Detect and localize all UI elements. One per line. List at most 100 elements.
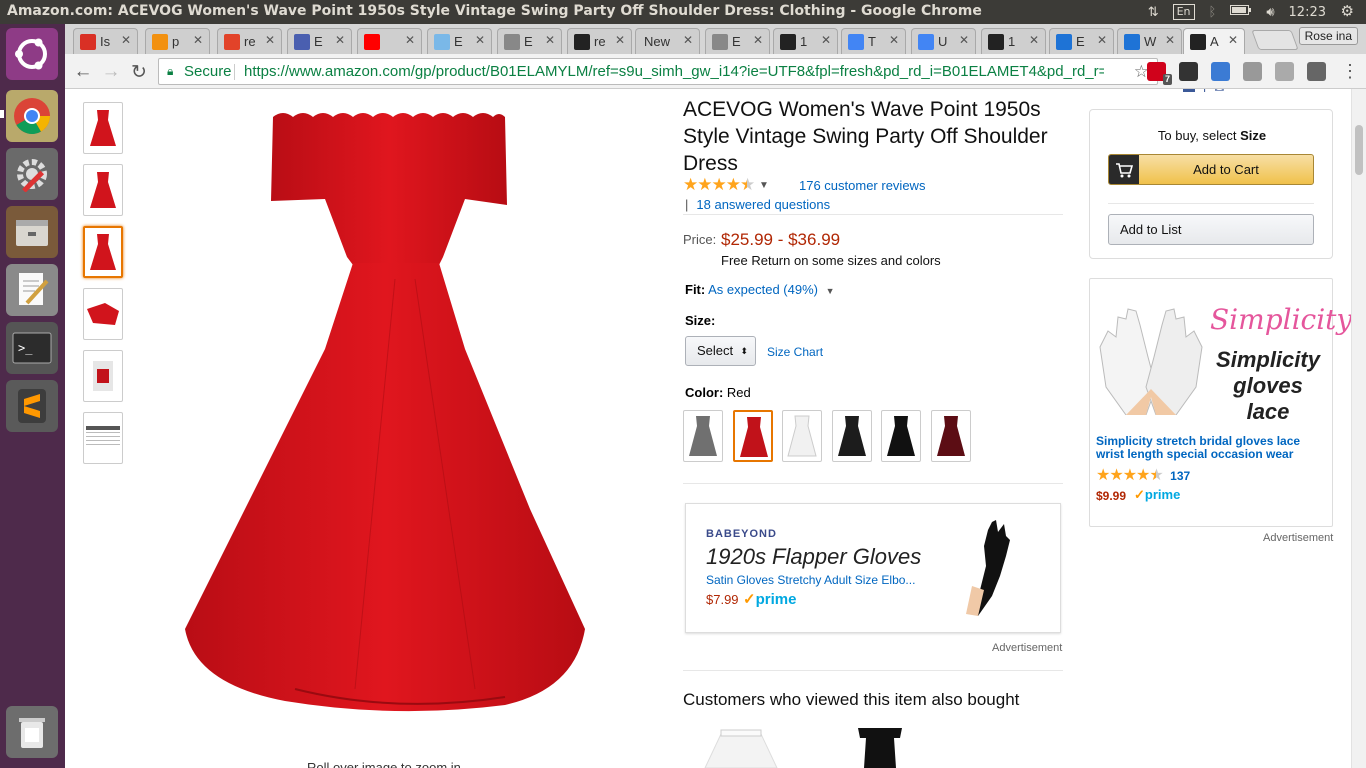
gloves-ad[interactable]: BABEYOND 1920s Flapper Gloves Satin Glov… (685, 503, 1061, 633)
add-to-cart-button[interactable]: Add to Cart (1108, 154, 1314, 185)
sublime-text-icon[interactable] (6, 380, 58, 432)
tab-5[interactable]: E ✕ (427, 28, 492, 54)
close-tab-icon[interactable]: ✕ (121, 33, 131, 47)
share-icons[interactable]: ▬f✉ (1183, 89, 1232, 95)
color-swatch-grey[interactable] (683, 410, 723, 462)
adblock-icon[interactable]: 7 (1147, 62, 1172, 85)
tab-label: 1 (1008, 34, 1016, 49)
film-ext-icon[interactable] (1307, 62, 1326, 81)
close-tab-icon[interactable]: ✕ (475, 33, 485, 47)
tab-13[interactable]: 1 ✕ (981, 28, 1046, 54)
close-tab-icon[interactable]: ✕ (1029, 33, 1039, 47)
thumbnail-5[interactable] (83, 350, 123, 402)
tab-8[interactable]: New ✕ (635, 28, 700, 54)
close-tab-icon[interactable]: ✕ (889, 33, 899, 47)
close-tab-icon[interactable]: ✕ (683, 33, 693, 47)
thumbnail-1[interactable] (83, 102, 123, 154)
price-value: $25.99 - $36.99 (721, 230, 841, 249)
new-tab-button[interactable] (1251, 30, 1299, 50)
close-tab-icon[interactable]: ✕ (1165, 33, 1175, 47)
trash-icon[interactable] (6, 706, 58, 758)
system-settings-icon[interactable] (6, 148, 58, 200)
add-to-list-button[interactable]: Add to List (1108, 214, 1314, 245)
tab-15[interactable]: W ✕ (1117, 28, 1182, 54)
profile-button[interactable]: Rose ina (1298, 27, 1358, 45)
close-tab-icon[interactable]: ✕ (405, 33, 415, 47)
close-tab-icon[interactable]: ✕ (1097, 33, 1107, 47)
volume-icon[interactable]: 🔊︎ (1266, 5, 1274, 20)
tab-14[interactable]: E ✕ (1049, 28, 1114, 54)
thumbnail-6[interactable] (83, 412, 123, 464)
also-bought-item-petticoat[interactable] (701, 726, 781, 768)
fit-row: Fit: As expected (49%) ▼ (685, 282, 835, 297)
close-tab-icon[interactable]: ✕ (753, 33, 763, 47)
tab-0[interactable]: Is ✕ (73, 28, 138, 54)
tab-11[interactable]: T ✕ (841, 28, 906, 54)
color-swatch-red[interactable] (732, 410, 773, 462)
also-bought-item-black-dress[interactable] (850, 722, 910, 768)
color-swatch-black-floral[interactable] (831, 410, 872, 462)
power-gear-icon[interactable]: ⚙ (1341, 2, 1354, 20)
size-chart-link[interactable]: Size Chart (767, 345, 823, 359)
forward-icon[interactable]: → (100, 61, 122, 83)
side-ad-title[interactable]: Simplicity stretch bridal gloves lace wr… (1096, 435, 1326, 461)
close-tab-icon[interactable]: ✕ (959, 33, 969, 47)
lock-icon: 🔒︎ (167, 64, 174, 78)
tab-4[interactable]: ✕ (357, 28, 422, 54)
thumbnail-3[interactable] (83, 226, 123, 278)
thumbnail-2[interactable] (83, 164, 123, 216)
owl-icon[interactable] (1179, 62, 1198, 81)
fit-link[interactable]: As expected (49%) (708, 282, 818, 297)
files-icon[interactable] (6, 206, 58, 258)
tab-6[interactable]: E ✕ (497, 28, 562, 54)
close-tab-icon[interactable]: ✕ (545, 33, 555, 47)
menu-icon[interactable]: ⋮ (1339, 61, 1361, 82)
close-tab-icon[interactable]: ✕ (193, 33, 203, 47)
network-icon[interactable]: ⇅ (1148, 5, 1159, 20)
star-rating[interactable]: ★★★★★ ▼ (683, 175, 769, 195)
url-text[interactable]: https://www.amazon.com/gp/product/B01ELA… (244, 59, 1104, 84)
chrome-icon[interactable] (6, 90, 58, 142)
simplicity-brand-logo: Simplicity (1210, 303, 1351, 336)
address-bar[interactable]: 🔒︎ Secure https://www.amazon.com/gp/prod… (158, 58, 1158, 85)
close-tab-icon[interactable]: ✕ (1228, 33, 1238, 47)
close-tab-icon[interactable]: ✕ (615, 33, 625, 47)
main-product-image[interactable] (175, 89, 615, 729)
tab-9[interactable]: E ✕ (705, 28, 770, 54)
tab-12[interactable]: U ✕ (911, 28, 976, 54)
tab-10[interactable]: 1 ✕ (773, 28, 838, 54)
side-ad-review-count[interactable]: 137 (1170, 469, 1190, 483)
tab-3[interactable]: E ✕ (287, 28, 352, 54)
thumbnail-4[interactable] (83, 288, 123, 340)
reload-icon[interactable]: ↻ (128, 61, 150, 84)
f-icon[interactable] (1211, 62, 1230, 81)
answered-questions-link[interactable]: 18 answered questions (696, 197, 830, 212)
tab-2[interactable]: re ✕ (217, 28, 282, 54)
bluetooth-icon[interactable]: ᛒ (1209, 5, 1217, 20)
color-swatch-burgundy[interactable] (930, 410, 971, 462)
close-tab-icon[interactable]: ✕ (821, 33, 831, 47)
battery-icon[interactable] (1230, 4, 1252, 20)
size-select[interactable]: Select ⬍ (685, 336, 756, 366)
close-tab-icon[interactable]: ✕ (335, 33, 345, 47)
clock[interactable]: 12:23 (1289, 5, 1326, 20)
box-ext-icon[interactable] (1275, 62, 1294, 81)
tab-16[interactable]: A ✕ (1183, 28, 1245, 55)
page-scrollbar[interactable] (1351, 89, 1366, 768)
color-swatch-black[interactable] (881, 410, 921, 462)
terminal-icon[interactable]: >_ (6, 322, 58, 374)
text-editor-icon[interactable] (6, 264, 58, 316)
tab-7[interactable]: re ✕ (567, 28, 632, 54)
color-swatch-white[interactable] (782, 410, 822, 462)
gear-ext-icon[interactable] (1243, 62, 1262, 81)
ubuntu-logo-icon[interactable] (6, 28, 58, 80)
buy-box: To buy, select Size Add to Cart Add to L… (1089, 109, 1333, 259)
chevron-down-icon[interactable]: ▼ (826, 286, 835, 296)
tab-1[interactable]: p ✕ (145, 28, 210, 54)
close-tab-icon[interactable]: ✕ (265, 33, 275, 47)
simplicity-ad[interactable]: Simplicity Simplicity gloves lace Simpli… (1089, 278, 1351, 527)
keyboard-language[interactable]: En (1172, 4, 1195, 20)
chevron-down-icon[interactable]: ▼ (759, 180, 769, 191)
reviews-link[interactable]: 176 customer reviews (799, 178, 925, 193)
back-icon[interactable]: ← (72, 61, 94, 83)
